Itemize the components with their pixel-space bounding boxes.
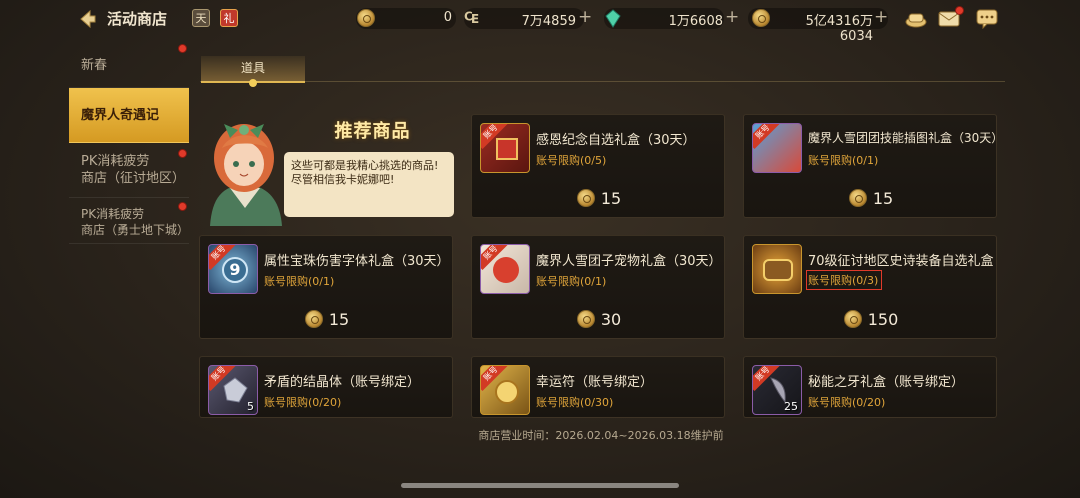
product-name: 魔界人雪团团技能插图礼盒（30天） (808, 131, 1004, 145)
home-indicator[interactable] (401, 483, 679, 488)
product-card[interactable]: 账号 25 秘能之牙礼盒（账号绑定） 账号限购(0/20) (743, 356, 997, 418)
price-value: 15 (600, 189, 622, 208)
illustration-box-icon: 账号 (752, 123, 802, 173)
sidebar-item-label: 商店（勇士地下城） (81, 223, 190, 237)
purchase-limit: 账号限购(0/30) (536, 396, 614, 409)
notification-dot (178, 202, 187, 211)
add-currency-button[interactable]: + (725, 7, 739, 27)
tab-divider (200, 81, 1005, 82)
purchase-limit: 账号限购(0/1) (264, 275, 335, 288)
currency-value: 1万6608 (668, 14, 723, 29)
product-card[interactable]: 账号 魔界人雪团团技能插图礼盒（30天） 账号限购(0/1) 15 (743, 114, 1003, 218)
speech-text: 这些可都是我精心挑选的商品! 尽管相信我卡妮娜吧! (291, 159, 439, 186)
item-quantity: 5 (247, 400, 254, 413)
speech-bubble: 这些可都是我精心挑选的商品! 尽管相信我卡妮娜吧! (284, 152, 454, 217)
coin-icon (843, 310, 862, 328)
tab-label: 道具 (240, 61, 265, 75)
product-card[interactable]: 70级征讨地区史诗装备自选礼盒 账号限购(0/3) 150 (743, 235, 997, 339)
gift-box-icon: 账号 (480, 123, 530, 173)
sidebar-item-label: 魔界人奇遇记 (81, 108, 160, 123)
product-card[interactable]: 账号 5 矛盾的结晶体（账号绑定） 账号限购(0/20) (199, 356, 453, 418)
gold-bag-icon (752, 9, 770, 27)
gold-coin-icon (357, 9, 375, 27)
product-card[interactable]: 账号 幸运符（账号绑定） 账号限购(0/30) (471, 356, 725, 418)
epic-box-icon (752, 244, 802, 294)
top-bar: 活动商店 天 礼 0 ₠ 7万4859 + 1万6608 + 5亿4316万60… (0, 0, 1080, 44)
pet-box-icon: 账号 (480, 244, 530, 294)
product-name: 感恩纪念自选礼盒（30天） (536, 133, 696, 148)
coin-icon (576, 310, 595, 328)
sidebar-item-label: PK消耗疲劳 (81, 154, 150, 169)
purchase-limit: 账号限购(0/20) (808, 396, 886, 409)
notification-dot (178, 149, 187, 158)
product-name: 70级征讨地区史诗装备自选礼盒 (808, 254, 994, 269)
coin-icon (576, 189, 595, 207)
sidebar-item-pk-dungeon[interactable]: PK消耗疲劳 商店（勇士地下城） (69, 198, 189, 244)
crystal-icon: 账号 5 (208, 365, 258, 415)
product-name: 魔界人雪团子宠物礼盒（30天） (536, 254, 722, 269)
product-price[interactable]: 15 (200, 310, 454, 329)
product-name: 矛盾的结晶体（账号绑定） (264, 375, 421, 390)
fang-box-icon: 账号 25 (752, 365, 802, 415)
product-card[interactable]: 账号 感恩纪念自选礼盒（30天） 账号限购(0/5) 15 (471, 114, 725, 218)
currency-value: 7万4859 (521, 14, 576, 29)
sidebar-item-pk-conquest[interactable]: PK消耗疲劳 商店（征讨地区） (69, 143, 189, 198)
currency-value: 0 (443, 10, 452, 25)
product-price[interactable]: 30 (472, 310, 726, 329)
add-currency-button[interactable]: + (874, 7, 888, 27)
notification-dot (955, 6, 964, 15)
chat-icon[interactable] (975, 7, 999, 29)
price-value: 150 (867, 310, 899, 329)
product-name: 幸运符（账号绑定） (536, 375, 654, 390)
account-badge: 账号 (753, 124, 780, 149)
orb-font-icon: 账号 9 (208, 244, 258, 294)
sidebar-item-demon-adventure[interactable]: 魔界人奇遇记 (69, 88, 189, 143)
item-quantity: 25 (784, 400, 798, 413)
product-price[interactable]: 150 (744, 310, 998, 329)
price-value: 30 (600, 310, 622, 329)
purchase-limit: 账号限购(0/1) (536, 275, 607, 288)
product-name: 秘能之牙礼盒（账号绑定） (808, 375, 965, 390)
sidebar-item-label: PK消耗疲劳 (81, 207, 145, 221)
product-price[interactable]: 15 (744, 189, 998, 208)
sidebar-item-spring[interactable]: 新春 (69, 40, 189, 88)
price-value: 15 (872, 189, 894, 208)
gift-bag-icon[interactable]: 礼 (220, 9, 238, 27)
currency-value: 5亿4316万6034 (805, 14, 873, 44)
page-title: 活动商店 (107, 10, 168, 28)
sidebar-item-label: 新春 (81, 58, 108, 73)
coin-icon (304, 310, 323, 328)
product-card[interactable]: 账号 9 属性宝珠伤害字体礼盒（30天） 账号限购(0/1) 15 (199, 235, 453, 339)
product-card[interactable]: 账号 魔界人雪团子宠物礼盒（30天） 账号限购(0/1) 30 (471, 235, 725, 339)
sidebar-item-label: 商店（征讨地区） (81, 171, 186, 186)
coin-icon (848, 189, 867, 207)
product-price[interactable]: 15 (472, 189, 726, 208)
recommend-title: 推荐商品 (334, 121, 411, 142)
purchase-limit: 账号限购(0/20) (264, 396, 342, 409)
back-arrow-icon[interactable] (76, 8, 98, 30)
purchase-limit: 账号限购(0/1) (808, 154, 879, 167)
sidebar: 新春 魔界人奇遇记 PK消耗疲劳 商店（征讨地区） PK消耗疲劳 商店（勇士地下… (69, 40, 189, 244)
treasure-icon[interactable] (904, 7, 928, 29)
calendar-icon[interactable]: 天 (192, 9, 210, 27)
notification-dot (178, 44, 187, 53)
add-currency-button[interactable]: + (578, 7, 592, 27)
c-currency-icon: ₠ (464, 8, 479, 27)
product-name: 属性宝珠伤害字体礼盒（30天） (264, 254, 450, 269)
purchase-limit: 账号限购(0/3) (806, 270, 883, 290)
price-value: 15 (328, 310, 350, 329)
kanina-character-portrait (210, 124, 282, 226)
green-crystal-icon (605, 9, 621, 28)
lucky-charm-icon: 账号 (480, 365, 530, 415)
purchase-limit: 账号限购(0/5) (536, 154, 607, 167)
shop-hours: 商店营业时间：2026.02.04~2026.03.18维护前 (478, 429, 724, 442)
